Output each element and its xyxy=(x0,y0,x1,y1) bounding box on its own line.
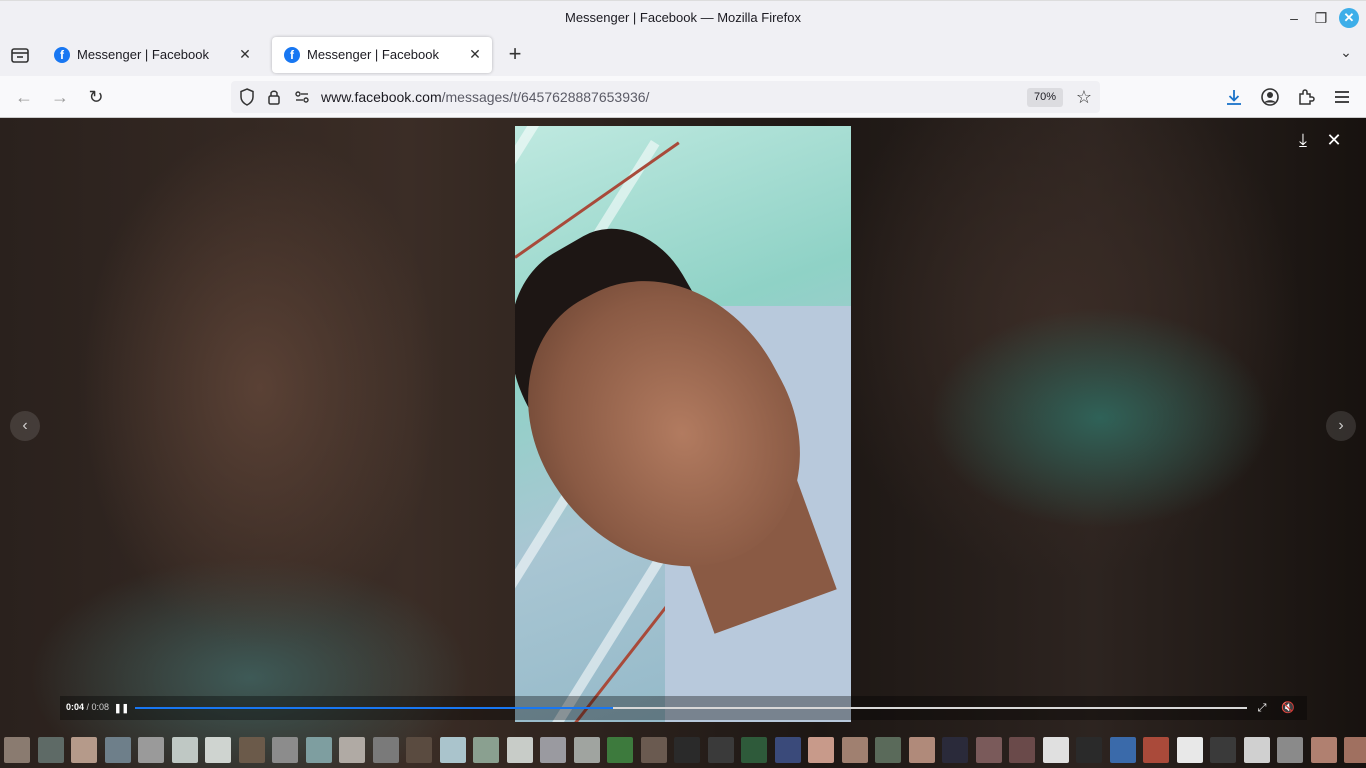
duration: 0:08 xyxy=(91,702,110,712)
window-title: Messenger | Facebook — Mozilla Firefox xyxy=(564,10,802,25)
media-thumbnail[interactable] xyxy=(1009,737,1035,763)
facebook-favicon-icon: f xyxy=(54,47,70,63)
minimize-icon[interactable]: – xyxy=(1284,8,1304,28)
media-thumbnail[interactable] xyxy=(1310,737,1337,763)
video-frame[interactable] xyxy=(515,126,851,722)
media-thumbnail[interactable] xyxy=(1109,737,1136,763)
tab-strip: f Messenger | Facebook ✕ f Messenger | F… xyxy=(0,34,1366,76)
media-viewer: ⤓ ✕ ‹ › 0:04 / 0:08 ❚❚ ⤢ 🔇 xyxy=(0,118,1366,768)
bookmark-star-icon[interactable]: ☆ xyxy=(1073,86,1095,108)
media-thumbnail[interactable] xyxy=(1176,737,1203,763)
media-thumbnail[interactable] xyxy=(372,737,399,763)
media-thumbnail[interactable] xyxy=(540,737,566,763)
url-host: www.facebook.com xyxy=(321,89,442,105)
firefox-view-icon[interactable] xyxy=(8,44,32,66)
media-thumbnail[interactable] xyxy=(305,737,332,763)
facebook-favicon-icon: f xyxy=(284,47,300,63)
media-thumbnail[interactable] xyxy=(674,737,700,763)
media-thumbnail[interactable] xyxy=(439,737,466,763)
media-thumbnail[interactable] xyxy=(908,737,935,763)
media-thumbnail[interactable] xyxy=(1243,737,1270,763)
media-thumbnail[interactable] xyxy=(104,737,131,763)
downloads-icon[interactable] xyxy=(1222,85,1246,109)
previous-media-button[interactable]: ‹ xyxy=(10,411,40,441)
tab-label: Messenger | Facebook xyxy=(77,47,209,62)
close-viewer-icon[interactable]: ✕ xyxy=(1322,128,1346,152)
media-thumbnail[interactable] xyxy=(339,737,365,763)
time-separator: / xyxy=(84,702,92,712)
window-titlebar: Messenger | Facebook — Mozilla Firefox –… xyxy=(0,0,1366,34)
download-media-icon[interactable]: ⤓ xyxy=(1291,128,1315,152)
reload-button[interactable]: ↻ xyxy=(84,85,108,109)
media-thumbnail[interactable] xyxy=(942,737,968,763)
fullscreen-icon[interactable]: ⤢ xyxy=(1255,700,1269,716)
tab-messenger-2[interactable]: f Messenger | Facebook ✕ xyxy=(272,37,492,73)
media-thumbnail[interactable] xyxy=(37,737,64,763)
media-thumbnail[interactable] xyxy=(1143,737,1169,763)
media-thumbnail[interactable] xyxy=(1210,737,1236,763)
mute-icon[interactable]: 🔇 xyxy=(1280,700,1296,716)
permissions-icon[interactable] xyxy=(292,87,312,107)
media-thumbnail[interactable] xyxy=(875,737,901,763)
video-progress-fill xyxy=(135,707,614,709)
forward-button[interactable]: → xyxy=(48,85,72,109)
media-thumbnail[interactable] xyxy=(774,737,801,763)
shield-icon[interactable] xyxy=(237,87,257,107)
next-media-button[interactable]: › xyxy=(1326,411,1356,441)
media-thumbnail[interactable] xyxy=(1042,737,1069,763)
close-window-icon[interactable]: ✕ xyxy=(1339,8,1359,28)
media-thumbnail[interactable] xyxy=(741,737,767,763)
list-all-tabs-icon[interactable]: ⌄ xyxy=(1336,44,1356,64)
media-thumbnail[interactable] xyxy=(1277,737,1303,763)
media-thumbnail-strip xyxy=(0,732,1366,768)
tab-close-icon[interactable]: ✕ xyxy=(466,45,484,63)
media-thumbnail[interactable] xyxy=(1344,737,1366,763)
navigation-toolbar: ← → ↻ www.facebook.com/messages/t/645762… xyxy=(0,76,1366,118)
video-time: 0:04 / 0:08 xyxy=(66,702,109,712)
app-menu-icon[interactable] xyxy=(1330,85,1354,109)
video-controls: 0:04 / 0:08 ❚❚ ⤢ 🔇 xyxy=(60,696,1307,720)
media-thumbnail[interactable] xyxy=(205,737,231,763)
current-time: 0:04 xyxy=(66,702,85,712)
zoom-level-badge[interactable]: 70% xyxy=(1027,88,1063,107)
tab-messenger-1[interactable]: f Messenger | Facebook ✕ xyxy=(42,37,262,73)
back-button[interactable]: ← xyxy=(12,85,36,109)
media-thumbnail[interactable] xyxy=(238,737,265,763)
account-icon[interactable] xyxy=(1258,85,1282,109)
url-path: /messages/t/6457628887653936/ xyxy=(441,89,650,105)
media-thumbnail[interactable] xyxy=(473,737,499,763)
url-text[interactable]: www.facebook.com/messages/t/645762888765… xyxy=(321,89,649,105)
media-thumbnail[interactable] xyxy=(707,737,734,763)
extensions-icon[interactable] xyxy=(1294,85,1318,109)
media-thumbnail[interactable] xyxy=(573,737,600,763)
media-thumbnail[interactable] xyxy=(975,737,1002,763)
media-thumbnail[interactable] xyxy=(506,737,533,763)
lock-icon[interactable] xyxy=(264,87,284,107)
url-bar[interactable]: www.facebook.com/messages/t/645762888765… xyxy=(231,81,1100,113)
maximize-icon[interactable]: ❐ xyxy=(1311,8,1331,28)
media-thumbnail[interactable] xyxy=(4,737,30,763)
pause-icon[interactable]: ❚❚ xyxy=(114,701,129,715)
media-thumbnail[interactable] xyxy=(808,737,834,763)
video-progress-bar[interactable] xyxy=(135,707,1247,709)
media-thumbnail[interactable] xyxy=(607,737,633,763)
media-thumbnail[interactable] xyxy=(138,737,164,763)
media-thumbnail[interactable] xyxy=(841,737,868,763)
tab-label: Messenger | Facebook xyxy=(307,47,439,62)
media-thumbnail[interactable] xyxy=(640,737,667,763)
media-thumbnail[interactable] xyxy=(71,737,97,763)
new-tab-button[interactable]: + xyxy=(503,43,527,67)
media-thumbnail[interactable] xyxy=(1076,737,1102,763)
media-thumbnail[interactable] xyxy=(406,737,432,763)
media-thumbnail[interactable] xyxy=(171,737,198,763)
tab-close-icon[interactable]: ✕ xyxy=(236,45,254,63)
media-thumbnail[interactable] xyxy=(272,737,298,763)
